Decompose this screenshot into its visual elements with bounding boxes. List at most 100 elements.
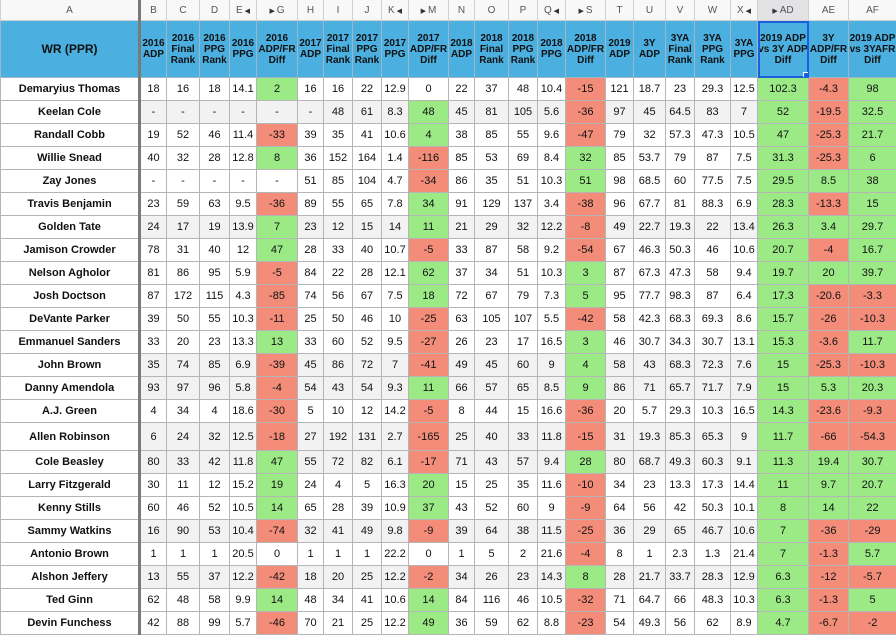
data-cell[interactable]: 20.3	[848, 376, 896, 400]
data-cell[interactable]: 10.5	[537, 588, 566, 612]
data-cell[interactable]: 5.8	[229, 376, 257, 400]
data-cell[interactable]: 47	[256, 450, 298, 474]
data-cell[interactable]: 14.3	[537, 565, 566, 589]
data-cell[interactable]: 10.1	[730, 496, 758, 520]
data-cell[interactable]: -1.3	[808, 542, 849, 566]
data-cell[interactable]: 33	[508, 422, 538, 451]
data-cell[interactable]: 14	[808, 496, 849, 520]
data-cell[interactable]: 51	[508, 261, 538, 285]
data-cell[interactable]: 52	[166, 123, 200, 147]
data-cell[interactable]: -47	[565, 123, 606, 147]
data-cell[interactable]: 5	[565, 284, 606, 308]
data-cell[interactable]: 39	[352, 496, 382, 520]
data-cell[interactable]: 11.8	[229, 450, 257, 474]
data-cell[interactable]: 16	[166, 77, 200, 101]
column-letter-v[interactable]: V	[665, 0, 695, 21]
data-cell[interactable]: 12.5	[229, 422, 257, 451]
data-cell[interactable]: 71	[448, 450, 475, 474]
data-cell[interactable]: 34	[323, 588, 353, 612]
data-cell[interactable]: -3.3	[848, 284, 896, 308]
data-cell[interactable]: 65.3	[694, 422, 731, 451]
data-cell[interactable]: 63	[448, 307, 475, 331]
data-cell[interactable]: -41	[408, 353, 449, 377]
data-cell[interactable]: 65.7	[665, 376, 695, 400]
data-cell[interactable]: 23	[665, 77, 695, 101]
data-cell[interactable]: 1	[633, 542, 666, 566]
data-cell[interactable]: -25.3	[808, 353, 849, 377]
data-cell[interactable]: 20.7	[848, 473, 896, 497]
player-name-cell[interactable]: Larry Fitzgerald	[0, 473, 141, 497]
data-cell[interactable]: 69.3	[694, 307, 731, 331]
data-cell[interactable]: 82	[352, 450, 382, 474]
data-cell[interactable]: 79	[605, 123, 634, 147]
column-letter-s[interactable]: ▶ S	[565, 0, 606, 21]
expand-hidden-columns-icon[interactable]: ◀	[552, 8, 559, 15]
data-cell[interactable]: 43	[323, 376, 353, 400]
data-cell[interactable]: 19	[256, 473, 298, 497]
data-cell[interactable]: -12	[808, 565, 849, 589]
data-cell[interactable]: 9.3	[381, 376, 409, 400]
data-cell[interactable]: 37	[474, 77, 509, 101]
data-cell[interactable]: 48	[508, 77, 538, 101]
data-cell[interactable]: 72	[352, 353, 382, 377]
data-cell[interactable]: -39	[256, 353, 298, 377]
data-cell[interactable]: 20	[323, 565, 353, 589]
data-cell[interactable]: 1	[199, 542, 230, 566]
data-cell[interactable]: 37	[448, 261, 475, 285]
player-name-cell[interactable]: Willie Snead	[0, 146, 141, 170]
data-cell[interactable]: 20.7	[757, 238, 809, 262]
data-cell[interactable]: 46	[694, 238, 731, 262]
column-letter-m[interactable]: ▶ M	[408, 0, 449, 21]
data-cell[interactable]: 5.7	[633, 399, 666, 423]
data-cell[interactable]: -6.7	[808, 611, 849, 635]
data-cell[interactable]: 10.6	[730, 238, 758, 262]
column-letter-q[interactable]: Q ◀	[537, 0, 566, 21]
header-cell[interactable]: 2018 ADP	[448, 20, 475, 78]
data-cell[interactable]: -4	[565, 542, 606, 566]
fill-handle[interactable]	[803, 72, 808, 77]
data-cell[interactable]: 11	[166, 473, 200, 497]
data-cell[interactable]: 35	[474, 169, 509, 193]
header-cell[interactable]: 2016 PPG	[229, 20, 257, 78]
data-cell[interactable]: 3	[565, 261, 606, 285]
data-cell[interactable]: 60	[323, 330, 353, 354]
data-cell[interactable]: 55	[297, 450, 324, 474]
data-cell[interactable]: 38	[508, 519, 538, 543]
data-cell[interactable]: 0	[408, 77, 449, 101]
data-cell[interactable]: -36	[256, 192, 298, 216]
data-cell[interactable]: -13.3	[808, 192, 849, 216]
data-cell[interactable]: 8	[256, 146, 298, 170]
data-cell[interactable]: -	[199, 100, 230, 124]
data-cell[interactable]: -11	[256, 307, 298, 331]
header-cell[interactable]: 3Y ADP	[633, 20, 666, 78]
data-cell[interactable]: 21	[448, 215, 475, 239]
data-cell[interactable]: 8	[605, 542, 634, 566]
data-cell[interactable]: 14.2	[381, 399, 409, 423]
data-cell[interactable]: 24	[139, 215, 167, 239]
data-cell[interactable]: 19	[139, 123, 167, 147]
data-cell[interactable]: 6.9	[730, 192, 758, 216]
data-cell[interactable]: 67	[605, 238, 634, 262]
header-cell[interactable]: 3Y ADP/FR Diff	[808, 20, 849, 78]
data-cell[interactable]: 9.8	[381, 519, 409, 543]
column-letter-p[interactable]: P	[508, 0, 538, 21]
column-letter-b[interactable]: B	[139, 0, 167, 21]
data-cell[interactable]: 5	[474, 542, 509, 566]
data-cell[interactable]: 24	[297, 473, 324, 497]
data-cell[interactable]: 49	[605, 215, 634, 239]
data-cell[interactable]: 10.5	[229, 496, 257, 520]
data-cell[interactable]: 23	[297, 215, 324, 239]
data-cell[interactable]: 55	[323, 192, 353, 216]
data-cell[interactable]: 8.4	[537, 146, 566, 170]
data-cell[interactable]: 46.7	[694, 519, 731, 543]
data-cell[interactable]: 42	[199, 450, 230, 474]
data-cell[interactable]: 12.2	[381, 611, 409, 635]
data-cell[interactable]: 38	[848, 169, 896, 193]
data-cell[interactable]: 7.5	[730, 146, 758, 170]
data-cell[interactable]: 1	[166, 542, 200, 566]
data-cell[interactable]: 15	[757, 353, 809, 377]
data-cell[interactable]: 86	[605, 376, 634, 400]
data-cell[interactable]: -25.3	[808, 123, 849, 147]
data-cell[interactable]: 1	[323, 542, 353, 566]
data-cell[interactable]: 8	[448, 399, 475, 423]
